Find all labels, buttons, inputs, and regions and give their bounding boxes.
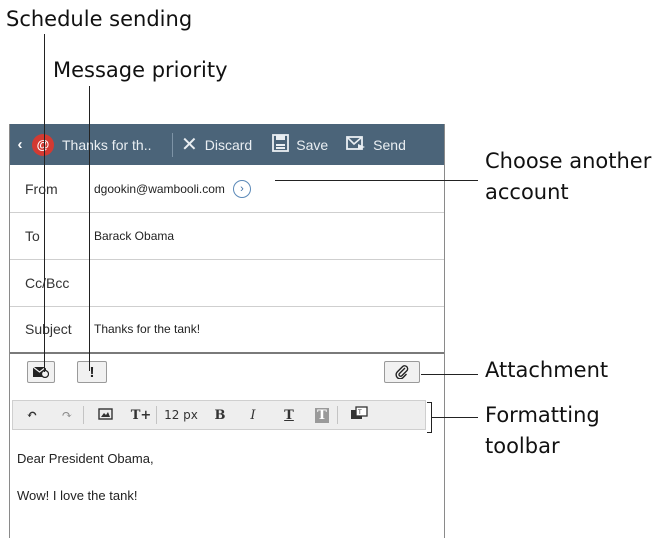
callout-choose-account-line1: Choose another [485, 149, 652, 173]
save-label: Save [296, 136, 329, 153]
message-body-line1[interactable]: Dear President Obama, [17, 451, 154, 466]
to-row[interactable]: To Barack Obama [10, 213, 444, 260]
compose-options-bar: ! [10, 352, 444, 390]
callout-bracket-formatting [431, 402, 432, 433]
callout-line-schedule [44, 34, 45, 372]
compose-action-bar: ‹ Thanks for th.. ✕ Discard Save Send [10, 124, 444, 165]
italic-button[interactable]: I [235, 408, 271, 423]
formatting-toolbar: ↶ ↷ T+ 12 px B I T T T [12, 400, 426, 430]
compose-title: Thanks for th.. [62, 136, 152, 153]
from-label: From [25, 180, 58, 197]
from-value: dgookin@wambooli.com [94, 181, 225, 196]
back-chevron-icon[interactable]: ‹ [10, 136, 30, 153]
send-button[interactable]: Send [346, 135, 406, 154]
action-bar-separator [172, 132, 173, 157]
callout-line-formatting [432, 417, 478, 418]
callout-line-priority [89, 86, 90, 371]
from-row[interactable]: From dgookin@wambooli.com › [10, 165, 444, 213]
subject-row[interactable]: Subject Thanks for the tank! [10, 307, 444, 351]
subject-field[interactable]: Thanks for the tank! [94, 322, 200, 336]
send-label: Send [373, 136, 406, 153]
message-body-line2[interactable]: Wow! I love the tank! [17, 488, 137, 503]
insert-image-icon[interactable] [84, 407, 126, 424]
bold-button[interactable]: B [205, 408, 235, 423]
callout-formatting-line2: toolbar [485, 434, 560, 458]
callout-message-priority: Message priority [53, 58, 228, 82]
message-priority-button[interactable]: ! [77, 361, 107, 383]
callout-line-attachment [421, 374, 478, 375]
callout-choose-account-line2: account [485, 180, 569, 204]
discard-button[interactable]: ✕ Discard [181, 132, 252, 157]
to-label: To [25, 228, 40, 244]
svg-text:T: T [357, 409, 362, 416]
ccbcc-label: Cc/Bcc [25, 275, 70, 291]
highlight-label: T [315, 407, 329, 423]
paperclip-icon [395, 365, 409, 379]
font-size-selector[interactable]: 12 px [157, 408, 205, 422]
redo-icon[interactable]: ↷ [51, 408, 83, 423]
underline-button[interactable]: T [271, 408, 307, 423]
send-icon [346, 135, 366, 154]
envelope-clock-icon [33, 366, 49, 378]
undo-icon[interactable]: ↶ [13, 408, 51, 423]
to-field[interactable]: Barack Obama [94, 229, 174, 243]
choose-account-icon[interactable]: › [232, 179, 251, 198]
attachment-button[interactable] [384, 361, 420, 383]
email-app-icon[interactable] [32, 133, 54, 156]
save-button[interactable]: Save [272, 134, 328, 155]
more-options-icon[interactable]: T [338, 406, 380, 424]
email-compose-screen: ‹ Thanks for th.. ✕ Discard Save Send Fr… [9, 124, 445, 538]
close-icon: ✕ [181, 134, 198, 156]
callout-line-account [275, 180, 478, 181]
ccbcc-row[interactable]: Cc/Bcc [10, 260, 444, 307]
callout-formatting-line1: Formatting [485, 403, 600, 427]
discard-label: Discard [204, 136, 253, 153]
schedule-sending-button[interactable] [27, 361, 55, 383]
callout-schedule-sending: Schedule sending [6, 7, 193, 31]
callout-attachment: Attachment [485, 358, 609, 382]
highlight-button[interactable]: T [307, 407, 337, 423]
priority-icon: ! [89, 363, 95, 381]
callout-bracket-top [427, 402, 432, 403]
subject-label: Subject [25, 321, 72, 337]
callout-bracket-bottom [427, 432, 432, 433]
save-icon [272, 134, 290, 155]
text-size-icon[interactable]: T+ [126, 408, 156, 423]
